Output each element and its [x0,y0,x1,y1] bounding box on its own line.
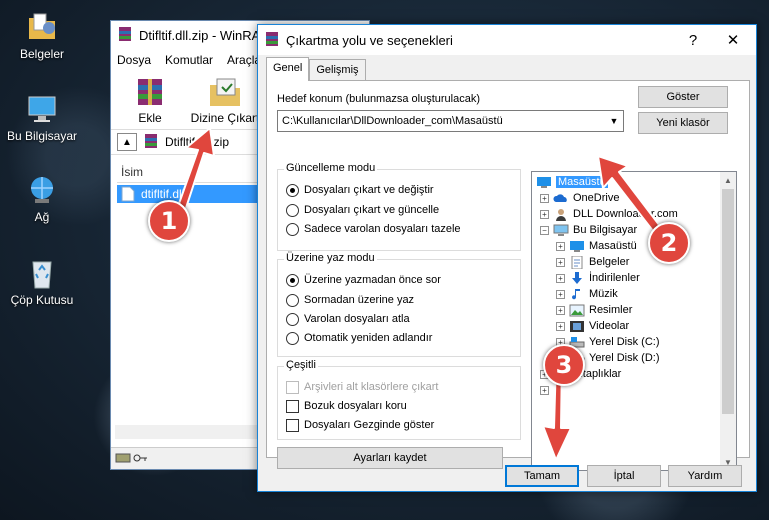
annotation-badge-3: 3 [543,344,585,386]
annotation-arrows [175,127,667,461]
annotation-badge-1: 1 [148,200,190,242]
tab-general[interactable]: Genel [266,57,310,81]
annotation-badge-2: 2 [648,222,690,264]
arrow-1 [175,127,215,215]
